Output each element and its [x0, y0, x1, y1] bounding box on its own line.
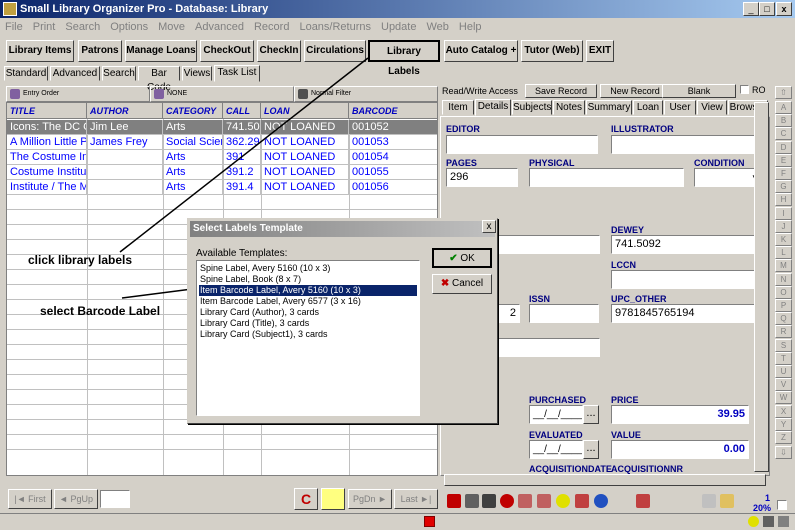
back-arrow-icon[interactable] — [447, 494, 461, 508]
check-icon: ✔ — [449, 253, 458, 264]
hint-icon[interactable] — [748, 516, 759, 527]
pgdn-button[interactable]: PgDn ► — [348, 489, 392, 509]
pgup-button[interactable]: ◄ PgUp — [54, 489, 98, 509]
refresh-icon[interactable]: C — [294, 488, 318, 510]
copy-icon[interactable] — [518, 494, 532, 508]
camera-icon[interactable] — [702, 494, 716, 508]
first-button[interactable]: |◄ First — [8, 489, 52, 509]
templates-label: Available Templates: — [196, 248, 288, 259]
report-icon[interactable] — [636, 494, 650, 508]
page-indicator: 1 — [765, 493, 771, 503]
ok-button[interactable]: ✔ OK — [432, 248, 492, 268]
template-item[interactable]: Library Card (Subject1), 3 cards — [199, 329, 417, 340]
paste-icon[interactable] — [537, 494, 551, 508]
template-item[interactable]: Item Barcode Label, Avery 5160 (10 x 3) — [199, 285, 417, 296]
navigation-bar: |◄ First ◄ PgUp C PgDn ► Last ►| — [6, 488, 438, 512]
folder-icon[interactable] — [720, 494, 734, 508]
template-item[interactable]: Item Barcode Label, Avery 6577 (3 x 16) — [199, 296, 417, 307]
print-icon[interactable] — [465, 494, 479, 508]
lightbulb-icon[interactable] — [556, 494, 570, 508]
settings-icon[interactable] — [778, 516, 789, 527]
cancel-button[interactable]: ✖ Cancel — [432, 274, 492, 294]
record-move-icon[interactable] — [575, 494, 589, 508]
record-number-field[interactable] — [100, 490, 130, 508]
last-button[interactable]: Last ►| — [394, 489, 438, 509]
x-icon: ✖ — [440, 278, 450, 289]
globe-icon[interactable] — [594, 494, 608, 508]
template-item[interactable]: Library Card (Author), 3 cards — [199, 307, 417, 318]
dialog-title: Select Labels Template — [190, 221, 495, 237]
template-item[interactable]: Library Card (Title), 3 cards — [199, 318, 417, 329]
refresh-record-icon[interactable] — [500, 494, 514, 508]
zoom-checkbox[interactable] — [777, 500, 787, 510]
select-labels-dialog[interactable]: Select Labels Template x Available Templ… — [187, 218, 498, 424]
dialog-close-button[interactable]: x — [482, 220, 496, 233]
trash-icon[interactable] — [482, 494, 496, 508]
book-icon[interactable] — [763, 516, 774, 527]
zoom-level: 20% — [753, 503, 772, 513]
alert-icon[interactable] — [424, 516, 435, 527]
template-item[interactable]: Spine Label, Book (8 x 7) — [199, 274, 417, 285]
grid-view-icon[interactable] — [321, 488, 345, 510]
status-bar — [0, 513, 795, 530]
templates-list[interactable]: Spine Label, Avery 5160 (10 x 3) Spine La… — [196, 260, 420, 416]
template-item[interactable]: Spine Label, Avery 5160 (10 x 3) — [199, 263, 417, 274]
